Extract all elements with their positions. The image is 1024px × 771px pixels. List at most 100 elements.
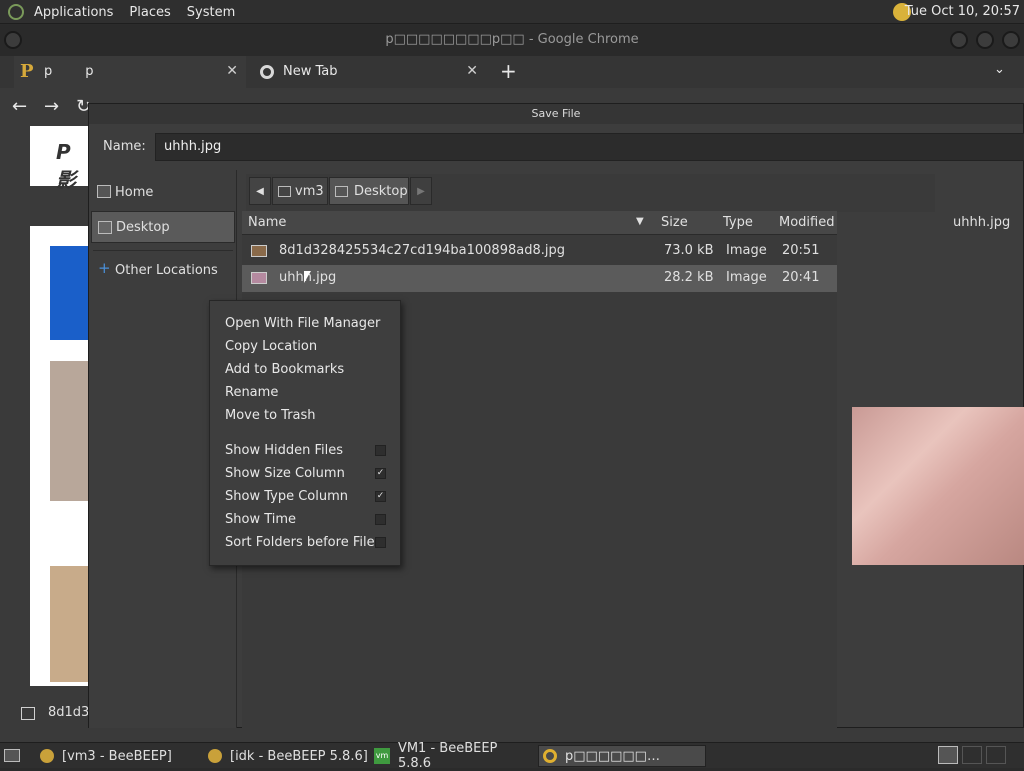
page-header-panel: P影 — [30, 126, 90, 192]
file-context-menu: Open With File Manager Copy Location Add… — [209, 300, 401, 566]
sort-arrow-icon[interactable]: ▼ — [636, 216, 644, 227]
taskbar-item-vm3-beebeep[interactable]: [vm3 - BeeBEEP] — [40, 745, 200, 767]
column-header-size[interactable]: Size — [661, 215, 688, 230]
tab-close-icon[interactable]: ✕ — [226, 63, 238, 79]
menu-item-copy-location[interactable]: Copy Location — [225, 339, 317, 354]
menu-item-show-type-column[interactable]: Show Type Column — [225, 489, 348, 504]
column-header-type[interactable]: Type — [723, 215, 753, 230]
file-row[interactable]: uhhh.jpg 28.2 kB Image 20:41 — [242, 265, 837, 292]
system-menu[interactable]: System — [179, 5, 243, 20]
bee-icon — [208, 749, 222, 763]
menu-item-rename[interactable]: Rename — [225, 385, 278, 400]
file-modified: 20:41 — [782, 270, 820, 285]
home-folder-icon — [97, 185, 111, 198]
sidebar-item-label: Other Locations — [115, 262, 218, 278]
preview-filename: uhhh.jpg — [953, 215, 1011, 230]
bee-icon — [40, 749, 54, 763]
tab-new-tab[interactable]: New Tab ✕ — [250, 56, 486, 88]
top-panel: Applications Places System Tue Oct 10, 2… — [0, 0, 1024, 24]
checkbox-show-size-column[interactable]: ✓ — [375, 468, 386, 479]
clock[interactable]: Tue Oct 10, 20:57 — [905, 0, 1020, 24]
tab-site[interactable]: P p p ✕ — [14, 56, 246, 88]
taskbar-item-label: VM1 - BeeBEEP 5.8.6 — [397, 741, 498, 771]
filename-input[interactable]: uhhh.jpg — [155, 133, 1024, 161]
menu-item-sort-folders-before-files[interactable]: Sort Folders before Files — [225, 535, 381, 550]
taskbar-item-label: [vm3 - BeeBEEP] — [62, 748, 172, 764]
checkbox-show-type-column[interactable]: ✓ — [375, 491, 386, 502]
menu-item-add-to-bookmarks[interactable]: Add to Bookmarks — [225, 362, 344, 377]
download-bar: 8d1d3 — [0, 686, 89, 742]
path-forward-button[interactable]: ▶ — [410, 177, 432, 205]
vm-icon: vm — [374, 748, 390, 764]
image-file-icon — [251, 272, 267, 284]
chevron-left-icon: ◀ — [256, 185, 264, 197]
taskbar-item-chrome[interactable]: p□□□□□□… — [538, 745, 706, 767]
chevron-down-icon[interactable]: ⌄ — [994, 62, 1005, 77]
forward-arrow-icon[interactable]: → — [44, 96, 59, 117]
file-list-header: Name ▼ Size Type Modified — [242, 211, 837, 235]
new-tab-button[interactable]: + — [500, 59, 517, 83]
chrome-title-bar: p□□□□□□□□p□□ - Google Chrome — [0, 25, 1024, 56]
chevron-right-icon: ▶ — [417, 185, 425, 197]
mouse-cursor-icon — [304, 271, 311, 283]
sidebar-item-other-locations[interactable]: + Other Locations — [91, 254, 235, 286]
checkbox-show-hidden-files[interactable] — [375, 445, 386, 456]
file-type: Image — [726, 270, 767, 285]
back-arrow-icon[interactable]: ← — [12, 96, 27, 117]
download-item-label[interactable]: 8d1d3 — [48, 705, 89, 720]
thumbnail-image[interactable] — [50, 566, 90, 682]
page-content-panel — [30, 226, 90, 686]
workspace-switcher-icon[interactable] — [938, 746, 958, 764]
sidebar-item-label: Home — [115, 184, 154, 200]
tab-strip: P p p ✕ New Tab ✕ + ⌄ — [0, 56, 1024, 88]
workspace-switcher-icon[interactable] — [986, 746, 1006, 764]
desktop-folder-icon — [335, 186, 348, 197]
column-header-modified[interactable]: Modified — [779, 215, 834, 230]
sidebar-item-desktop[interactable]: Desktop — [91, 211, 235, 243]
taskbar-item-idk-beebeep[interactable]: [idk - BeeBEEP 5.8.6] — [208, 745, 368, 767]
menu-item-move-to-trash[interactable]: Move to Trash — [225, 408, 316, 423]
close-window-button[interactable] — [1002, 31, 1020, 49]
checkbox-sort-folders-before-files[interactable] — [375, 537, 386, 548]
blue-ad-image[interactable] — [50, 246, 90, 340]
places-menu[interactable]: Places — [121, 5, 178, 20]
crumb-label: vm3 — [295, 183, 324, 199]
checkbox-show-time[interactable] — [375, 514, 386, 525]
preview-image — [852, 407, 1024, 565]
menu-item-show-size-column[interactable]: Show Size Column — [225, 466, 345, 481]
file-row[interactable]: 8d1d328425534c27cd194ba100898ad8.jpg 73.… — [242, 238, 837, 265]
file-modified: 20:51 — [782, 243, 820, 258]
tab-label: New Tab — [283, 64, 338, 79]
chrome-icon — [543, 749, 557, 763]
window-title: p□□□□□□□□p□□ - Google Chrome — [385, 32, 639, 47]
path-crumb-vm3[interactable]: vm3 — [272, 177, 328, 205]
applications-menu[interactable]: Applications — [26, 5, 121, 20]
file-type: Image — [726, 243, 767, 258]
taskbar: [vm3 - BeeBEEP] [idk - BeeBEEP 5.8.6] vm… — [0, 741, 1024, 771]
chrome-favicon-icon — [260, 65, 274, 79]
file-name: 8d1d328425534c27cd194ba100898ad8.jpg — [279, 243, 565, 258]
menu-item-show-hidden-files[interactable]: Show Hidden Files — [225, 443, 343, 458]
path-bar: ◀ vm3 Desktop ▶ — [246, 174, 935, 212]
thumbnail-image[interactable] — [50, 361, 90, 501]
taskbar-item-label: [idk - BeeBEEP 5.8.6] — [230, 748, 368, 764]
taskbar-item-vm1-beebeep[interactable]: vm VM1 - BeeBEEP 5.8.6 — [374, 741, 534, 771]
taskbar-item-label: p□□□□□□… — [565, 748, 660, 764]
column-header-name[interactable]: Name — [248, 215, 286, 230]
show-desktop-icon[interactable] — [4, 749, 20, 762]
workspace-switcher-icon[interactable] — [962, 746, 982, 764]
sidebar-item-home[interactable]: Home — [91, 176, 235, 208]
path-crumb-desktop[interactable]: Desktop — [329, 177, 409, 205]
distro-logo-icon[interactable] — [8, 4, 24, 20]
tab-close-icon[interactable]: ✕ — [466, 63, 478, 79]
minimize-button[interactable] — [950, 31, 968, 49]
sidebar-divider — [93, 250, 233, 251]
image-file-icon — [251, 245, 267, 257]
menu-item-show-time[interactable]: Show Time — [225, 512, 296, 527]
maximize-button[interactable] — [976, 31, 994, 49]
path-back-button[interactable]: ◀ — [249, 177, 271, 205]
file-size: 73.0 kB — [664, 243, 714, 258]
menu-item-open-with-file-manager[interactable]: Open With File Manager — [225, 316, 380, 331]
dialog-title: Save File — [89, 104, 1023, 124]
crumb-label: Desktop — [354, 183, 408, 199]
